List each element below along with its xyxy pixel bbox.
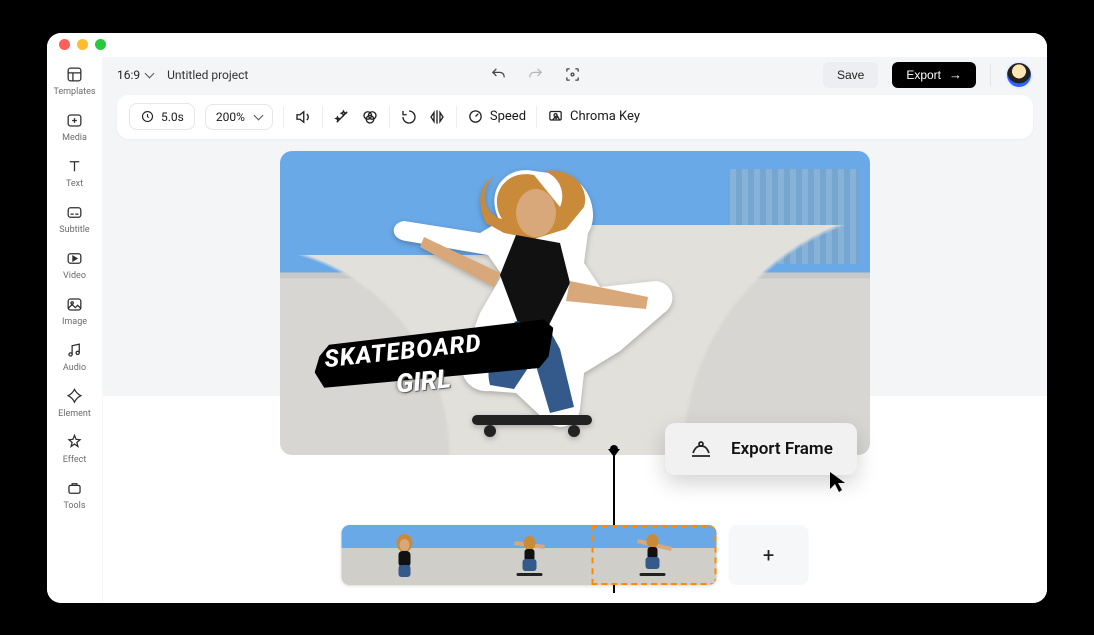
subtitle-icon — [65, 203, 84, 222]
add-clip-icon: + — [763, 543, 774, 567]
sidebar-item-element[interactable]: Element — [47, 387, 102, 419]
focus-icon[interactable] — [564, 66, 581, 83]
effect-icon — [65, 433, 84, 452]
audio-icon — [65, 341, 84, 360]
export-button-label: Export — [906, 68, 941, 82]
window-maximize-icon[interactable] — [95, 39, 106, 50]
canvas-area: SKATEBOARD GIRL Export Frame — [103, 145, 1047, 603]
sidebar-item-label: Templates — [53, 87, 95, 97]
canvas-overlay-line2: GIRL — [395, 364, 452, 400]
sidebar-item-label: Media — [62, 133, 87, 143]
window-close-icon[interactable] — [59, 39, 70, 50]
timeline-clip[interactable] — [592, 525, 717, 585]
sidebar-item-text[interactable]: Text — [47, 157, 102, 189]
clock-icon — [140, 109, 155, 124]
undo-icon[interactable] — [490, 66, 507, 83]
sidebar-item-video[interactable]: Video — [47, 249, 102, 281]
color-filter-icon[interactable] — [361, 108, 379, 126]
sidebar-item-label: Tools — [63, 501, 85, 511]
divider — [283, 106, 284, 128]
sidebar-item-effect[interactable]: Effect — [47, 433, 102, 465]
left-sidebar: Templates Media Text Subtitle Video Imag… — [47, 57, 103, 603]
clip-thumbnail — [385, 531, 423, 579]
sidebar-item-audio[interactable]: Audio — [47, 341, 102, 373]
chroma-key-label: Chroma Key — [570, 109, 640, 124]
templates-icon — [65, 65, 84, 84]
text-icon — [65, 157, 84, 176]
cursor-icon — [829, 471, 847, 493]
clip-thumbnail — [510, 531, 548, 579]
speed-icon — [467, 108, 484, 125]
sidebar-item-label: Subtitle — [59, 225, 89, 235]
export-button[interactable]: Export — [892, 62, 976, 88]
tools-icon — [65, 479, 84, 498]
skater-figure — [384, 163, 684, 443]
divider — [990, 64, 991, 86]
app-window: Templates Media Text Subtitle Video Imag… — [47, 33, 1047, 603]
chroma-key-button[interactable]: Chroma Key — [547, 108, 640, 125]
sidebar-item-image[interactable]: Image — [47, 295, 102, 327]
clip-thumbnail — [635, 531, 673, 579]
export-frame-icon — [689, 437, 713, 461]
divider — [389, 106, 390, 128]
speed-button[interactable]: Speed — [467, 108, 526, 125]
sidebar-item-tools[interactable]: Tools — [47, 479, 102, 511]
sidebar-item-label: Text — [66, 179, 83, 189]
sidebar-item-label: Audio — [63, 363, 86, 373]
user-avatar[interactable] — [1005, 61, 1033, 89]
duration-value: 5.0s — [161, 110, 184, 124]
divider — [456, 106, 457, 128]
duration-chip[interactable]: 5.0s — [129, 103, 195, 130]
divider — [322, 106, 323, 128]
history-controls — [490, 66, 581, 83]
sidebar-item-label: Element — [58, 409, 91, 419]
context-menu: Export Frame — [665, 423, 857, 475]
element-icon — [65, 387, 84, 406]
zoom-chip[interactable]: 200% — [205, 104, 273, 130]
sidebar-item-label: Effect — [63, 455, 87, 465]
volume-icon[interactable] — [294, 108, 312, 126]
preview-canvas[interactable]: SKATEBOARD GIRL — [280, 151, 870, 455]
chroma-key-icon — [547, 108, 564, 125]
sidebar-item-media[interactable]: Media — [47, 111, 102, 143]
speed-label: Speed — [490, 109, 526, 124]
sidebar-item-templates[interactable]: Templates — [47, 65, 102, 97]
media-icon — [65, 111, 84, 130]
rotate-icon[interactable] — [400, 108, 418, 126]
flip-icon[interactable] — [428, 108, 446, 126]
export-frame-menu-item[interactable]: Export Frame — [731, 439, 833, 459]
clip-strip — [342, 525, 717, 585]
main-area: 16:9 Untitled project Save Export — [103, 57, 1047, 603]
timeline-clip[interactable] — [342, 525, 467, 585]
add-clip-button[interactable]: + — [729, 525, 809, 585]
divider — [536, 106, 537, 128]
clip-toolbar: 5.0s 200% Speed — [117, 95, 1033, 139]
sidebar-item-label: Video — [63, 271, 86, 281]
timeline-clip[interactable] — [467, 525, 592, 585]
zoom-value: 200% — [216, 110, 245, 124]
magic-icon[interactable] — [333, 108, 351, 126]
aspect-ratio-selector[interactable]: 16:9 — [117, 68, 153, 82]
sidebar-item-subtitle[interactable]: Subtitle — [47, 203, 102, 235]
image-icon — [65, 295, 84, 314]
timeline: + — [342, 525, 809, 585]
header-bar: 16:9 Untitled project Save Export — [103, 57, 1047, 93]
project-title[interactable]: Untitled project — [167, 68, 248, 82]
sidebar-item-label: Image — [62, 317, 87, 327]
video-icon — [65, 249, 84, 268]
aspect-ratio-value: 16:9 — [117, 68, 140, 82]
save-button[interactable]: Save — [823, 62, 878, 88]
window-titlebar — [47, 33, 1047, 57]
window-minimize-icon[interactable] — [77, 39, 88, 50]
redo-icon[interactable] — [527, 66, 544, 83]
